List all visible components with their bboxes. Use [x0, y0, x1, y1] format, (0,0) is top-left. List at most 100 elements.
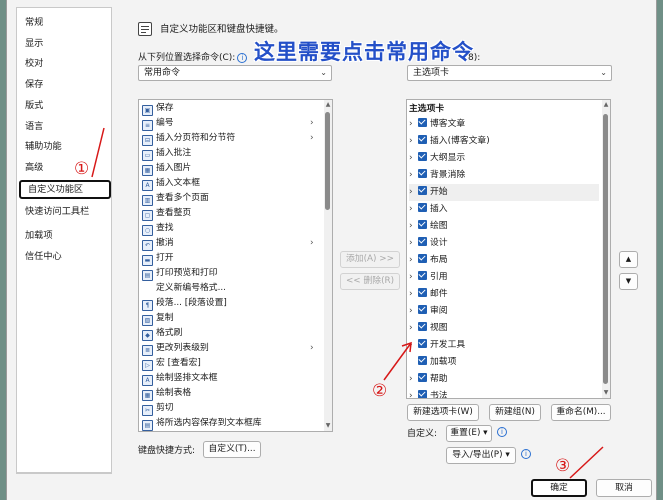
ribbon-tab-item[interactable]: › 大纲显示	[409, 150, 599, 167]
ribbon-tab-item[interactable]: › 审阅	[409, 303, 599, 320]
tab-checkbox[interactable]	[418, 135, 427, 144]
reset-button[interactable]: 重置(E) ▾	[446, 425, 492, 442]
commands-scroll-thumb[interactable]	[325, 112, 330, 210]
new-group-button[interactable]: 新建组(N)	[489, 404, 541, 421]
command-item[interactable]: A 插入文本框	[142, 176, 200, 191]
ribbon-tabs-combo[interactable]: 主选项卡 ⌄	[407, 65, 612, 81]
scroll-down-icon[interactable]: ▼	[602, 389, 610, 396]
scroll-up-icon[interactable]: ▲	[324, 101, 332, 108]
command-item[interactable]: ≡ 编号 ›	[142, 116, 314, 131]
chevron-right-icon[interactable]: ›	[409, 116, 418, 133]
command-item[interactable]: ✂ 剪切	[142, 401, 174, 416]
chevron-right-icon[interactable]: ›	[409, 150, 418, 167]
ribbon-tab-item[interactable]: › 开始	[409, 184, 599, 201]
ok-button[interactable]: 确定	[531, 479, 587, 497]
import-export-button[interactable]: 导入/导出(P) ▾	[446, 447, 516, 464]
move-up-button[interactable]: ▲	[619, 251, 638, 268]
ribbon-tab-item[interactable]: › 引用	[409, 269, 599, 286]
chevron-right-icon[interactable]: ›	[409, 303, 418, 320]
ribbon-tab-item[interactable]: › 绘图	[409, 218, 599, 235]
chevron-right-icon[interactable]: ›	[409, 167, 418, 184]
chevron-right-icon[interactable]: ›	[409, 218, 418, 235]
add-button[interactable]: 添加(A) >>	[340, 251, 400, 268]
ribbon-tab-item[interactable]: › 邮件	[409, 286, 599, 303]
tab-checkbox[interactable]	[418, 186, 427, 195]
ribbon-tabs-tree[interactable]: 主选项卡 › 博客文章 › 插入(博客文章) › 大纲显示 › 背景消除 › 开始 › 插入 › 绘图 › 设…	[406, 99, 611, 399]
tab-checkbox[interactable]	[418, 118, 427, 127]
tab-checkbox[interactable]	[418, 220, 427, 229]
commands-scrollbar[interactable]: ▲ ▼	[324, 100, 332, 431]
tabs-scroll-thumb[interactable]	[603, 114, 608, 384]
move-down-button[interactable]: ▼	[619, 273, 638, 290]
command-item[interactable]: ◆ 格式刷	[142, 326, 182, 341]
remove-button[interactable]: << 删除(R)	[340, 273, 400, 290]
tab-checkbox[interactable]	[418, 271, 427, 280]
command-item[interactable]: A 绘制竖排文本框	[142, 371, 218, 386]
chevron-right-icon[interactable]: ›	[409, 201, 418, 218]
command-item[interactable]: ▷ 宏 [查看宏]	[142, 356, 201, 371]
tab-checkbox[interactable]	[418, 373, 427, 382]
cancel-button[interactable]: 取消	[596, 479, 652, 497]
tab-checkbox[interactable]	[418, 254, 427, 263]
scroll-down-icon[interactable]: ▼	[324, 422, 332, 429]
customize-shortcuts-button[interactable]: 自定义(T)...	[203, 441, 261, 458]
chevron-right-icon[interactable]: ›	[409, 337, 418, 354]
ribbon-tab-item[interactable]: › 插入(博客文章)	[409, 133, 599, 150]
nav-item-1[interactable]: 显示	[25, 37, 43, 51]
scroll-up-icon[interactable]: ▲	[602, 101, 610, 108]
tab-checkbox[interactable]	[418, 322, 427, 331]
chevron-right-icon[interactable]: ›	[409, 184, 418, 201]
command-item[interactable]: ▬ 打开	[142, 251, 174, 266]
tab-checkbox[interactable]	[418, 356, 427, 365]
chevron-right-icon[interactable]: ›	[409, 286, 418, 303]
command-item[interactable]: ▥ 查看多个页面	[142, 191, 209, 206]
tab-checkbox[interactable]	[418, 339, 427, 348]
command-item[interactable]: ▦ 绘制表格	[142, 386, 191, 401]
nav-item-4[interactable]: 版式	[25, 99, 43, 113]
ribbon-tab-item[interactable]: › 博客文章	[409, 116, 599, 133]
nav-item-5[interactable]: 语言	[25, 120, 43, 134]
chevron-right-icon[interactable]: ›	[409, 133, 418, 150]
command-source-combo[interactable]: 常用命令 ⌄	[138, 65, 332, 81]
command-item[interactable]: ○ 查找	[142, 221, 174, 236]
command-item[interactable]: ▤ 打印预览和打印	[142, 266, 218, 281]
chevron-right-icon[interactable]: ›	[409, 252, 418, 269]
tab-checkbox[interactable]	[418, 390, 427, 398]
command-item[interactable]: ▤ 将所选内容保存到文本框库	[142, 416, 262, 431]
commands-list[interactable]: ▣ 保存 ≡ 编号 › ⊟ 插入分页符和分节符 › ▭ 插入批注 ▦ 插入图片 A 插入文本框 ▥ 查看多个页…	[138, 99, 333, 432]
command-item[interactable]: ▢ 查看整页	[142, 206, 191, 221]
command-item[interactable]: ≣ 更改列表级别 ›	[142, 341, 314, 356]
command-item[interactable]: ¶ 段落... [段落设置]	[142, 296, 227, 311]
ribbon-tab-item[interactable]: › 背景消除	[409, 167, 599, 184]
ribbon-tab-item[interactable]: 加载项	[409, 354, 599, 371]
nav-item-6[interactable]: 辅助功能	[25, 140, 62, 154]
rename-button[interactable]: 重命名(M)...	[551, 404, 611, 421]
chevron-right-icon[interactable]: ›	[409, 269, 418, 286]
tab-checkbox[interactable]	[418, 288, 427, 297]
command-item[interactable]: ▧ 复制	[142, 311, 174, 326]
ribbon-tab-item[interactable]: › 设计	[409, 235, 599, 252]
ribbon-tab-item[interactable]: › 开发工具	[409, 337, 599, 354]
ribbon-tab-item[interactable]: › 布局	[409, 252, 599, 269]
nav-item-8[interactable]: 自定义功能区	[19, 180, 111, 199]
tab-checkbox[interactable]	[418, 237, 427, 246]
nav-item-11[interactable]: 信任中心	[25, 250, 62, 264]
command-item[interactable]: 定义新编号格式...	[142, 281, 226, 296]
chevron-right-icon[interactable]: ›	[409, 371, 418, 388]
ribbon-tab-item[interactable]: › 插入	[409, 201, 599, 218]
ribbon-tab-item[interactable]: › 帮助	[409, 371, 599, 388]
tab-checkbox[interactable]	[418, 305, 427, 314]
command-item[interactable]: ⊟ 插入分页符和分节符 ›	[142, 131, 314, 146]
nav-item-9[interactable]: 快速访问工具栏	[25, 205, 89, 219]
command-item[interactable]: ▦ 插入图片	[142, 161, 191, 176]
command-item[interactable]: ▣ 保存	[142, 101, 174, 116]
chevron-right-icon[interactable]: ›	[409, 388, 418, 398]
nav-item-0[interactable]: 常规	[25, 16, 43, 30]
new-tab-button[interactable]: 新建选项卡(W)	[407, 404, 479, 421]
ribbon-tab-item[interactable]: › 书法	[409, 388, 599, 398]
tab-checkbox[interactable]	[418, 152, 427, 161]
chevron-right-icon[interactable]: ›	[409, 320, 418, 337]
nav-item-10[interactable]: 加载项	[25, 229, 53, 243]
tabs-scrollbar[interactable]: ▲ ▼	[602, 100, 610, 398]
command-item[interactable]: ↶ 撤消 ›	[142, 236, 314, 251]
